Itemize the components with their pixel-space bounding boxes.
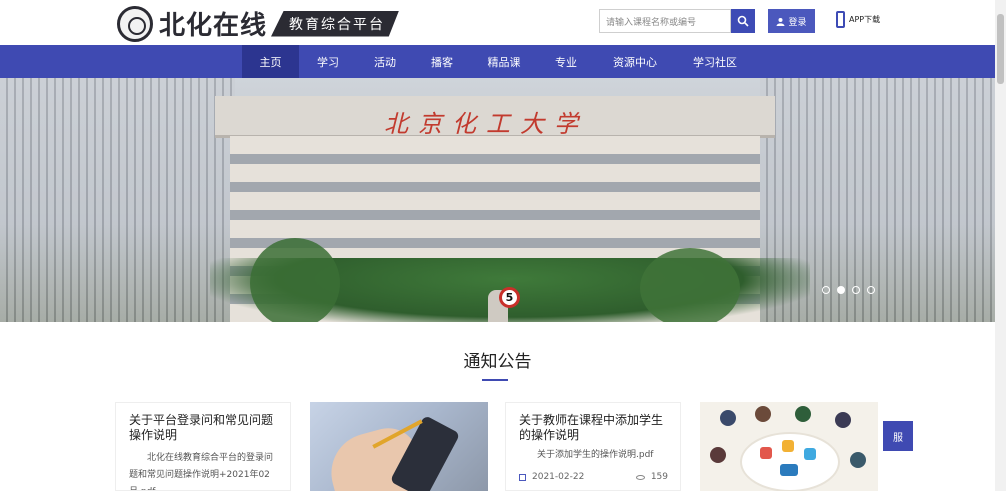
search-input[interactable]: 请输入课程名称或编号 — [599, 9, 731, 33]
login-button[interactable]: 登录 — [768, 9, 815, 33]
university-seal-icon — [117, 5, 153, 42]
app-download-label: APP下载 — [849, 15, 881, 24]
logo-main-text: 北化在线 — [159, 11, 268, 41]
notice-title[interactable]: 关于教师在课程中添加学生的操作说明 — [519, 413, 668, 443]
phone-icon — [836, 11, 845, 28]
university-sign: 北京化工大学 — [384, 110, 588, 138]
chart-icon — [760, 447, 772, 459]
speed-limit-sign: 5 — [499, 287, 520, 308]
carousel-dot[interactable] — [852, 286, 860, 294]
person-image — [720, 410, 736, 426]
notice-image[interactable] — [310, 402, 488, 491]
person-image — [850, 452, 866, 468]
tree-left — [250, 238, 340, 322]
person-image — [755, 406, 771, 422]
person-image — [710, 447, 726, 463]
person-image — [835, 412, 851, 428]
carousel-indicators — [822, 286, 875, 294]
bulb-icon — [782, 440, 794, 452]
notice-card[interactable]: 关于平台登录问和常见问题操作说明 北化在线教育综合平台的登录问题和常见问题操作说… — [115, 402, 291, 491]
side-service-button[interactable]: 服 — [883, 421, 913, 451]
nav-item-home[interactable]: 主页 — [242, 45, 299, 78]
building-wing-left — [0, 78, 235, 322]
site-logo[interactable]: 北化在线 教育综合平台 — [117, 5, 417, 42]
eye-icon — [635, 474, 645, 480]
section-title: 通知公告 — [463, 352, 532, 372]
notice-desc: 关于添加学生的操作说明.pdf — [537, 450, 654, 460]
laptop-icon — [780, 464, 798, 476]
notice-desc: 北化在线教育综合平台的登录问题和常见问题操作说明+2021年02月.pdf — [129, 453, 274, 490]
notice-title[interactable]: 关于平台登录问和常见问题操作说明 — [129, 413, 278, 443]
nav-item-featured-course[interactable]: 精品课 — [473, 45, 535, 78]
carousel-dot[interactable] — [822, 286, 830, 294]
title-underline — [482, 379, 508, 381]
nav-item-major[interactable]: 专业 — [540, 45, 592, 78]
nav-item-study[interactable]: 学习 — [302, 45, 354, 78]
notice-date: 2021-02-22 — [532, 472, 585, 482]
carousel-dot[interactable] — [867, 286, 875, 294]
nav-item-activity[interactable]: 活动 — [359, 45, 411, 78]
main-nav: 主页 学习 活动 播客 精品课 专业 资源中心 学习社区 — [0, 45, 995, 78]
user-icon — [776, 17, 785, 26]
nav-item-podcast[interactable]: 播客 — [416, 45, 468, 78]
nav-item-resource-center[interactable]: 资源中心 — [600, 45, 670, 78]
notice-meta: 2021-02-22 159 — [519, 472, 668, 482]
vertical-scrollbar[interactable] — [995, 0, 1006, 491]
person-image — [795, 406, 811, 422]
logo-sub-text: 教育综合平台 — [271, 10, 400, 37]
notice-image[interactable] — [700, 402, 878, 491]
nav-item-community[interactable]: 学习社区 — [680, 45, 750, 78]
app-download-link[interactable]: APP下载 — [836, 11, 880, 28]
carousel-dot-active[interactable] — [837, 286, 845, 294]
site-header: 北化在线 教育综合平台 请输入课程名称或编号 登录 APP下载 — [0, 0, 995, 45]
chat-icon — [804, 448, 816, 460]
scrollbar-thumb[interactable] — [997, 14, 1004, 84]
notice-card[interactable]: 关于教师在课程中添加学生的操作说明 关于添加学生的操作说明.pdf 2021-0… — [505, 402, 681, 491]
search-icon — [737, 15, 749, 27]
search-button[interactable] — [731, 9, 755, 33]
login-label: 登录 — [788, 17, 807, 28]
notice-views: 159 — [650, 472, 668, 482]
calendar-icon — [519, 473, 526, 481]
tree-right — [640, 248, 740, 322]
